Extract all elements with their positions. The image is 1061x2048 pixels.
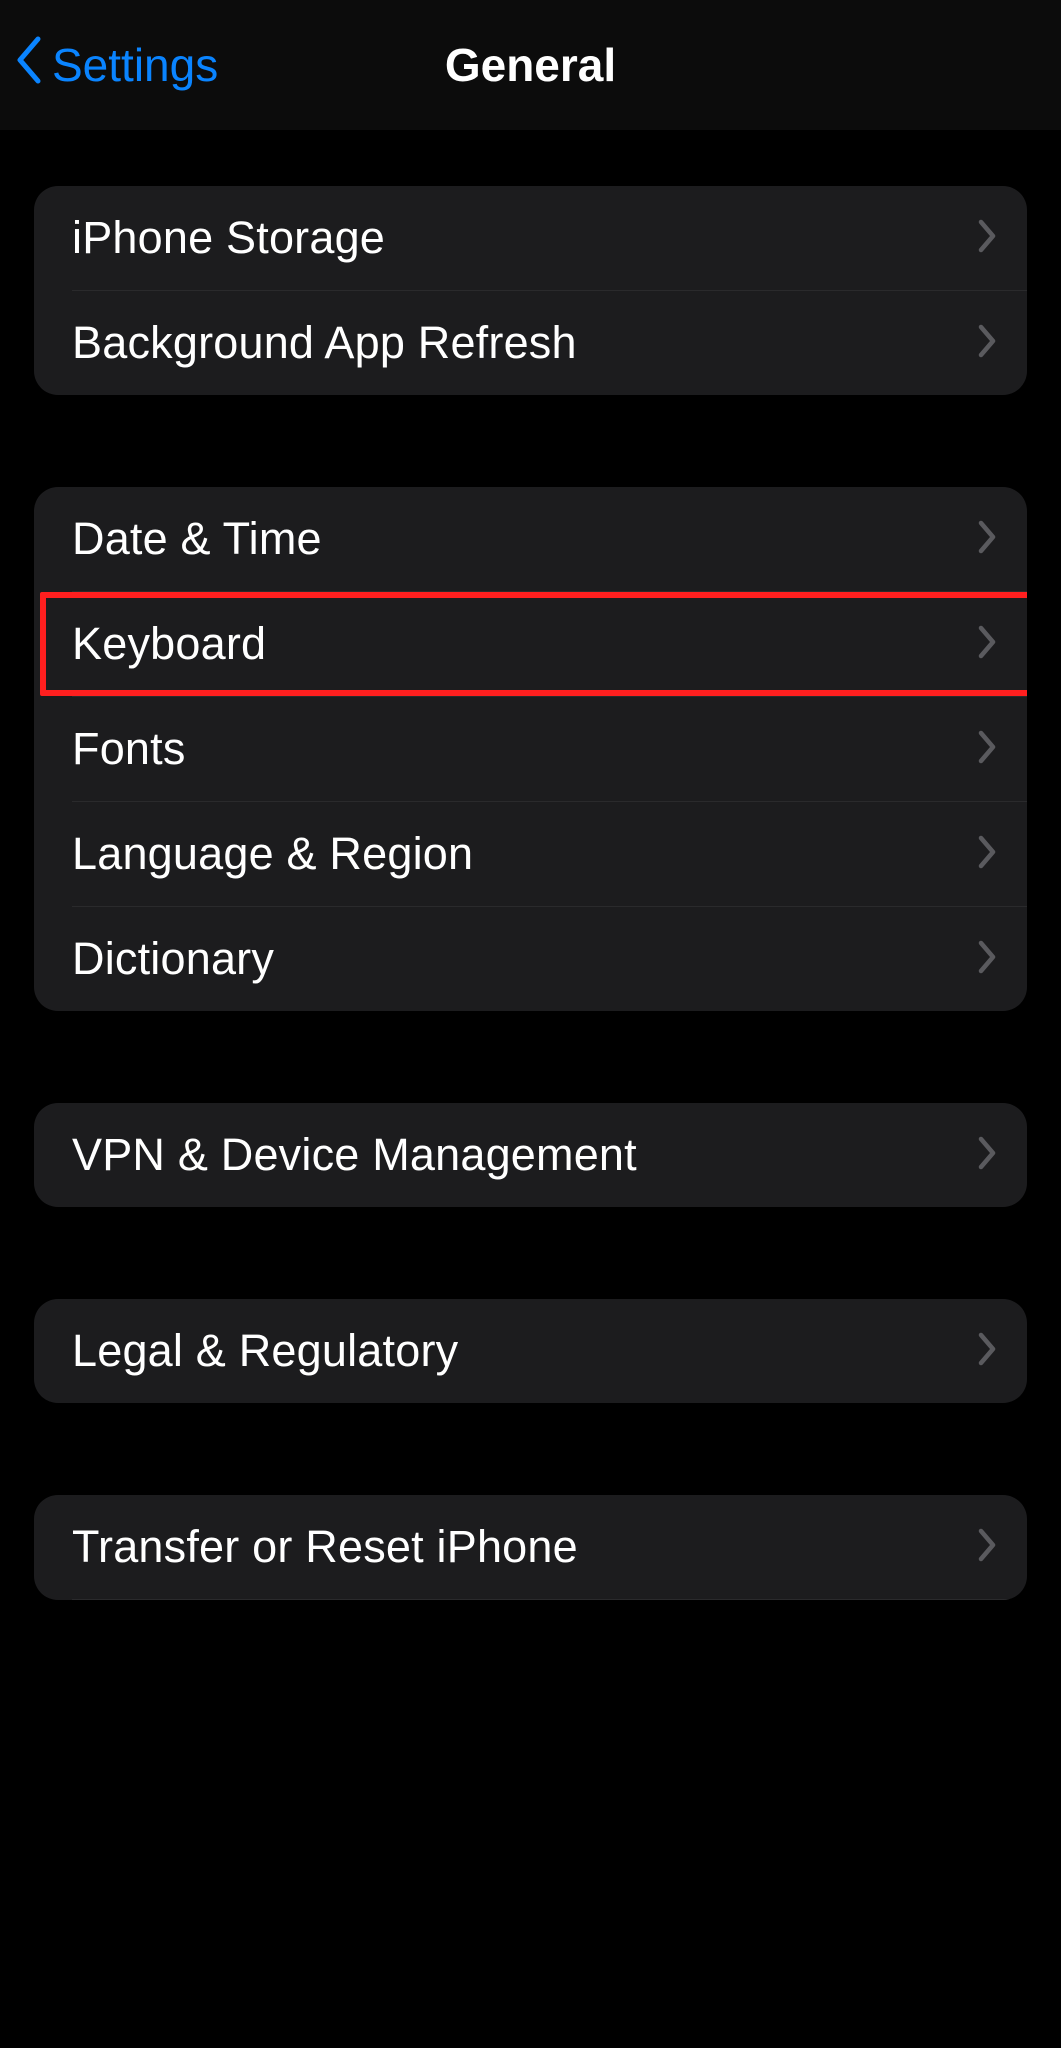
- row-iphone-storage[interactable]: iPhone Storage: [34, 186, 1027, 290]
- row-label: Date & Time: [72, 513, 322, 565]
- row-label: Dictionary: [72, 933, 274, 985]
- chevron-right-icon: [977, 324, 997, 363]
- settings-group: Legal & Regulatory: [34, 1299, 1027, 1403]
- row-label: Keyboard: [72, 618, 266, 670]
- row-label: VPN & Device Management: [72, 1129, 637, 1181]
- chevron-right-icon: [977, 730, 997, 769]
- row-keyboard[interactable]: Keyboard: [34, 592, 1027, 696]
- row-label: Fonts: [72, 723, 186, 775]
- row-legal-regulatory[interactable]: Legal & Regulatory: [34, 1299, 1027, 1403]
- row-background-app-refresh[interactable]: Background App Refresh: [34, 291, 1027, 395]
- row-language-region[interactable]: Language & Region: [34, 802, 1027, 906]
- row-label: Transfer or Reset iPhone: [72, 1521, 578, 1573]
- chevron-left-icon: [14, 35, 44, 96]
- row-vpn-device-management[interactable]: VPN & Device Management: [34, 1103, 1027, 1207]
- chevron-right-icon: [977, 835, 997, 874]
- separator: [72, 1599, 1027, 1600]
- settings-group: Date & Time Keyboard Fonts: [34, 487, 1027, 1011]
- back-button[interactable]: Settings: [14, 0, 218, 130]
- settings-group: VPN & Device Management: [34, 1103, 1027, 1207]
- row-label: iPhone Storage: [72, 212, 385, 264]
- back-label: Settings: [52, 38, 218, 92]
- row-label: Background App Refresh: [72, 317, 577, 369]
- row-dictionary[interactable]: Dictionary: [34, 907, 1027, 1011]
- chevron-right-icon: [977, 1528, 997, 1567]
- chevron-right-icon: [977, 520, 997, 559]
- settings-general-screen: Settings General iPhone Storage Backgrou…: [0, 0, 1061, 2048]
- chevron-right-icon: [977, 1332, 997, 1371]
- row-fonts[interactable]: Fonts: [34, 697, 1027, 801]
- chevron-right-icon: [977, 625, 997, 664]
- chevron-right-icon: [977, 219, 997, 258]
- content: iPhone Storage Background App Refresh Da…: [0, 130, 1061, 1600]
- navbar: Settings General: [0, 0, 1061, 130]
- row-label: Language & Region: [72, 828, 473, 880]
- chevron-right-icon: [977, 1136, 997, 1175]
- row-label: Legal & Regulatory: [72, 1325, 458, 1377]
- settings-group: iPhone Storage Background App Refresh: [34, 186, 1027, 395]
- settings-group: Transfer or Reset iPhone: [34, 1495, 1027, 1600]
- chevron-right-icon: [977, 940, 997, 979]
- row-date-time[interactable]: Date & Time: [34, 487, 1027, 591]
- row-transfer-reset[interactable]: Transfer or Reset iPhone: [34, 1495, 1027, 1599]
